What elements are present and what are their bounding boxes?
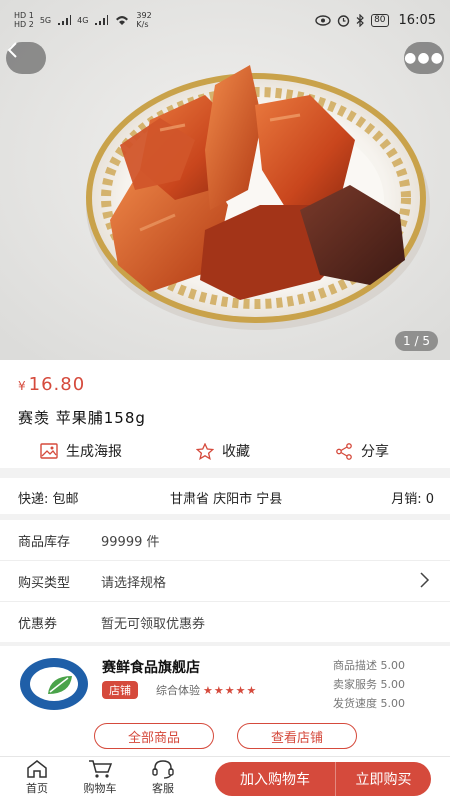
coupon-row: 优惠券 暂无可领取优惠券 (0, 602, 450, 642)
tab-home-label: 首页 (26, 782, 48, 795)
store-scores: 商品描述 5.00 卖家服务 5.00 发货速度 5.00 (333, 656, 405, 713)
product-info: ¥16.80 赛羡 苹果脯158g 生成海报 收藏 分享 (0, 360, 450, 468)
tab-cart-label: 购物车 (83, 782, 117, 795)
star-icon (196, 442, 214, 460)
store-tag: 店铺 (102, 681, 138, 699)
score-service: 卖家服务 5.00 (333, 678, 405, 691)
signal-5g-label: 5G (39, 15, 52, 25)
spec-label: 购买类型 (18, 575, 71, 591)
net-speed-unit: K/s (136, 20, 149, 29)
score-delivery: 发货速度 5.00 (333, 697, 405, 710)
tab-service-label: 客服 (152, 782, 174, 795)
chevron-left-icon (7, 42, 17, 58)
status-right: 80 16:05 (315, 13, 436, 28)
signal-icon-2 (95, 14, 109, 25)
price-value: 16.80 (28, 374, 86, 395)
spec-row[interactable]: 购买类型 请选择规格 (0, 561, 450, 602)
store-card: 赛鲜食品旗舰店 店铺 综合体验 ★★★★★ 商品描述 5.00 卖家服务 5.0… (0, 646, 450, 756)
add-to-cart-button[interactable]: 加入购物车 (215, 762, 335, 796)
hd2-label: HD 2 (14, 20, 34, 29)
product-image[interactable]: ●●● 1 / 5 (0, 0, 450, 360)
currency-symbol: ¥ (18, 379, 27, 393)
stock-value: 99999 件 (101, 534, 160, 550)
share-icon (336, 442, 352, 460)
rating-stars: ★★★★★ (203, 683, 258, 697)
back-button[interactable] (6, 42, 46, 74)
share-label: 分享 (361, 444, 389, 460)
status-left: HD 1 HD 2 5G 4G 392 K/s (14, 11, 152, 29)
store-name: 赛鲜食品旗舰店 (102, 660, 200, 676)
status-time: 16:05 (398, 12, 436, 28)
spec-value: 请选择规格 (101, 575, 167, 591)
generate-poster-label: 生成海报 (66, 444, 122, 460)
store-logo (20, 658, 88, 710)
net-speed-value: 392 (136, 11, 152, 20)
ship-location: 甘肃省 庆阳市 宁县 (170, 492, 283, 507)
buy-now-button[interactable]: 立即购买 (335, 762, 431, 796)
bottom-bar: 首页 购物车 客服 加入购物车 立即购买 (0, 756, 450, 800)
hd1-label: HD 1 (14, 11, 34, 20)
generate-poster-button[interactable]: 生成海报 (40, 441, 122, 461)
tab-home[interactable]: 首页 (12, 759, 62, 796)
overall-label: 综合体验 (156, 684, 200, 697)
wifi-icon (116, 16, 129, 25)
stock-label: 商品库存 (18, 534, 71, 550)
product-details: 商品库存 99999 件 购买类型 请选择规格 优惠券 暂无可领取优惠券 (0, 520, 450, 642)
signal-icon (58, 14, 72, 25)
hd-badges: HD 1 HD 2 (14, 11, 34, 29)
share-button[interactable]: 分享 (335, 441, 389, 461)
image-counter: 1 / 5 (395, 331, 438, 351)
product-price: ¥16.80 (18, 374, 85, 395)
headset-icon (152, 760, 174, 779)
signal-4g-label: 4G (77, 15, 89, 25)
status-bar: HD 1 HD 2 5G 4G 392 K/s 80 16:05 (0, 0, 450, 40)
dried-apple-photo (0, 0, 450, 360)
favorite-button[interactable]: 收藏 (196, 441, 250, 461)
image-icon (40, 443, 58, 459)
more-button[interactable]: ●●● (404, 42, 444, 74)
stock-row: 商品库存 99999 件 (0, 520, 450, 561)
home-icon (27, 760, 47, 778)
coupon-label: 优惠券 (18, 616, 58, 632)
chevron-right-icon (420, 572, 430, 588)
more-dots-icon: ●●● (404, 50, 444, 66)
net-speed: 392 K/s (136, 11, 151, 29)
cart-icon (89, 760, 113, 778)
express-label: 快递: 包邮 (18, 492, 79, 507)
battery-icon: 80 (371, 13, 389, 27)
all-products-button[interactable]: 全部商品 (94, 723, 214, 749)
tab-service[interactable]: 客服 (138, 759, 188, 796)
score-description: 商品描述 5.00 (333, 659, 405, 672)
eye-icon (315, 14, 331, 26)
coupon-value: 暂无可领取优惠券 (101, 616, 206, 632)
store-overall-rating: 综合体验 ★★★★★ (156, 682, 257, 698)
shipping-info: 快递: 包邮 甘肃省 庆阳市 宁县 月销: 0 (0, 478, 450, 514)
bluetooth-icon (356, 13, 364, 27)
monthly-sales: 月销: 0 (391, 492, 434, 507)
product-actions: 生成海报 收藏 分享 (0, 437, 450, 465)
view-store-button[interactable]: 查看店铺 (237, 723, 357, 749)
product-title: 赛羡 苹果脯158g (18, 409, 146, 427)
tab-cart[interactable]: 购物车 (75, 759, 125, 796)
alarm-icon (337, 14, 350, 27)
favorite-label: 收藏 (222, 444, 250, 460)
